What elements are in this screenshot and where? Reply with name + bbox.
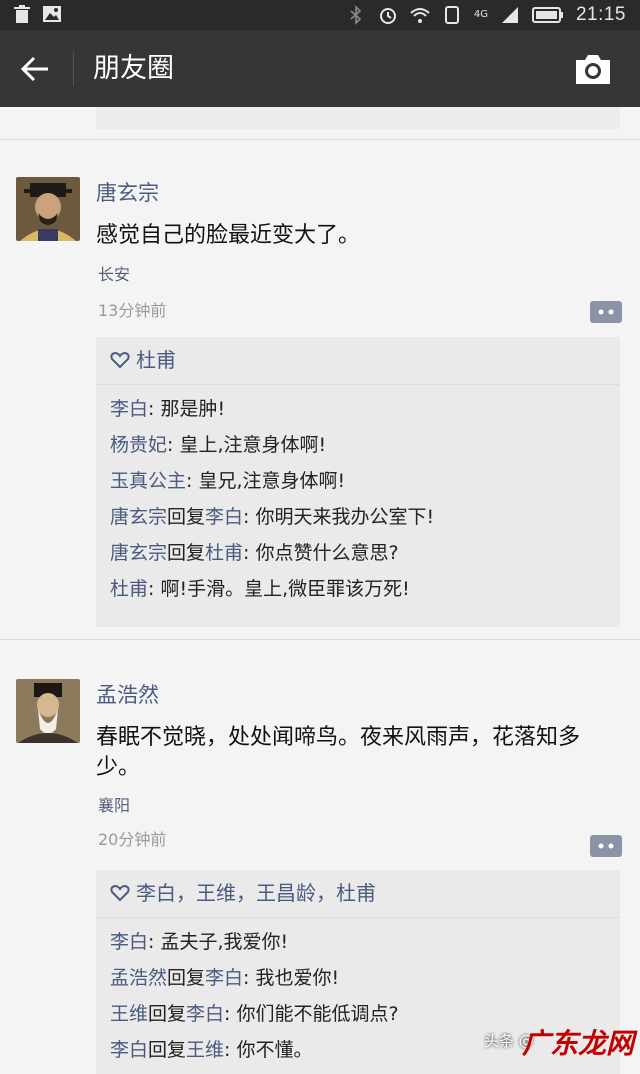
reply-target[interactable]: 李白	[205, 506, 243, 528]
likes-divider	[96, 384, 620, 385]
moment-post: 孟浩然 春眠不觉晓，处处闻啼鸟。夜来风雨声，花落知多少。 襄阳 20分钟前 李白…	[0, 639, 640, 1074]
post-text: 感觉自己的脸最近变大了。	[96, 223, 361, 248]
network-label: 4G	[473, 9, 488, 20]
comment-text: : 啊!手滑。皇上,微臣罪该万死!	[148, 578, 410, 600]
moments-feed[interactable]: 唐玄宗 感觉自己的脸最近变大了。 长安 13分钟前 杜甫 李白: 那是肿! 杨贵…	[0, 107, 640, 1074]
comment-text: : 我也爱你!	[243, 967, 340, 989]
likes-row: 杜甫	[110, 345, 176, 375]
comment-more-icon[interactable]	[590, 301, 622, 323]
likes-divider	[96, 917, 620, 918]
interaction-box: 杜甫 李白: 那是肿! 杨贵妃: 皇上,注意身体啊! 玉真公主: 皇兄,注意身体…	[96, 337, 620, 627]
comment[interactable]: 李白: 那是肿!	[110, 395, 225, 423]
post-time: 20分钟前	[98, 830, 167, 849]
comment[interactable]: 杜甫: 啊!手滑。皇上,微臣罪该万死!	[110, 575, 410, 603]
comment-more-icon[interactable]	[590, 835, 622, 857]
comment[interactable]: 李白回复王维: 你不懂。	[110, 1036, 313, 1064]
comment[interactable]: 唐玄宗回复杜甫: 你点赞什么意思?	[110, 539, 399, 567]
arrow-left-icon[interactable]	[18, 52, 52, 86]
comment-text: : 你点赞什么意思?	[243, 542, 399, 564]
wifi-icon	[410, 8, 430, 23]
post-location[interactable]: 长安	[98, 264, 130, 286]
alarm-icon	[379, 8, 396, 24]
reply-target[interactable]: 杜甫	[205, 542, 243, 564]
heart-icon	[110, 884, 130, 902]
comment-text: : 皇上,注意身体啊!	[167, 434, 327, 456]
comment-author[interactable]: 李白	[110, 1039, 148, 1061]
status-bar: 4G 21:15	[0, 0, 640, 30]
reply-target[interactable]: 李白	[186, 1003, 224, 1025]
comment-author[interactable]: 李白	[110, 398, 148, 420]
comment-author[interactable]: 杨贵妃	[110, 434, 167, 456]
comment[interactable]: 杨贵妃: 皇上,注意身体啊!	[110, 431, 326, 459]
moment-post: 唐玄宗 感觉自己的脸最近变大了。 长安 13分钟前 杜甫 李白: 那是肿! 杨贵…	[0, 139, 640, 639]
likes-names[interactable]: 杜甫	[136, 345, 176, 375]
comment-text: : 你明天来我办公室下!	[243, 506, 435, 528]
author-name[interactable]: 孟浩然	[96, 681, 159, 709]
previous-post-tail	[96, 107, 620, 129]
reply-target[interactable]: 李白	[205, 967, 243, 989]
image-icon	[43, 6, 61, 22]
heart-icon	[110, 351, 130, 369]
reply-word: 回复	[167, 967, 206, 989]
reply-word: 回复	[167, 506, 206, 528]
comment-author[interactable]: 玉真公主	[110, 470, 186, 492]
post-text: 春眠不觉晓，处处闻啼鸟。夜来风雨声，花落知多少。	[96, 725, 581, 780]
post-time: 13分钟前	[98, 301, 167, 320]
reply-word: 回复	[148, 1003, 187, 1025]
avatar[interactable]	[16, 177, 80, 241]
sim-icon	[444, 6, 459, 24]
comment-text: : 你们能不能低调点?	[224, 1003, 399, 1025]
signal-icon	[501, 7, 518, 23]
title-bar: 朋友圈	[0, 30, 640, 107]
likes-row: 李白，王维，王昌龄，杜甫	[110, 878, 376, 908]
comment-text: : 你不懂。	[224, 1039, 313, 1061]
avatar[interactable]	[16, 679, 80, 743]
page-title: 朋友圈	[93, 53, 174, 84]
comment-author[interactable]: 唐玄宗	[110, 542, 167, 564]
bluetooth-icon	[350, 5, 361, 25]
likes-names[interactable]: 李白，王维，王昌龄，杜甫	[136, 878, 376, 908]
battery-icon	[531, 7, 563, 23]
comment[interactable]: 玉真公主: 皇兄,注意身体啊!	[110, 467, 345, 495]
comment[interactable]: 李白: 孟夫子,我爱你!	[110, 928, 288, 956]
reply-target[interactable]: 王维	[186, 1039, 224, 1061]
trash-icon	[14, 5, 30, 23]
comment-text: : 孟夫子,我爱你!	[148, 931, 289, 953]
reply-word: 回复	[167, 542, 206, 564]
comment-author[interactable]: 孟浩然	[110, 967, 167, 989]
comment-author[interactable]: 王维	[110, 1003, 148, 1025]
comment-author[interactable]: 杜甫	[110, 578, 148, 600]
camera-icon[interactable]	[574, 52, 612, 86]
comment-text: : 皇兄,注意身体啊!	[186, 470, 346, 492]
comment-author[interactable]: 李白	[110, 931, 148, 953]
header-divider	[73, 52, 74, 86]
comment-text: : 那是肿!	[148, 398, 226, 420]
post-location[interactable]: 襄阳	[98, 795, 130, 817]
comment[interactable]: 王维回复李白: 你们能不能低调点?	[110, 1000, 399, 1028]
clock: 21:15	[575, 4, 626, 25]
reply-word: 回复	[148, 1039, 187, 1061]
watermark-brand: 广东龙网	[522, 1027, 635, 1060]
author-name[interactable]: 唐玄宗	[96, 179, 159, 207]
comment[interactable]: 孟浩然回复李白: 我也爱你!	[110, 964, 339, 992]
comment[interactable]: 唐玄宗回复李白: 你明天来我办公室下!	[110, 503, 434, 531]
comment-author[interactable]: 唐玄宗	[110, 506, 167, 528]
